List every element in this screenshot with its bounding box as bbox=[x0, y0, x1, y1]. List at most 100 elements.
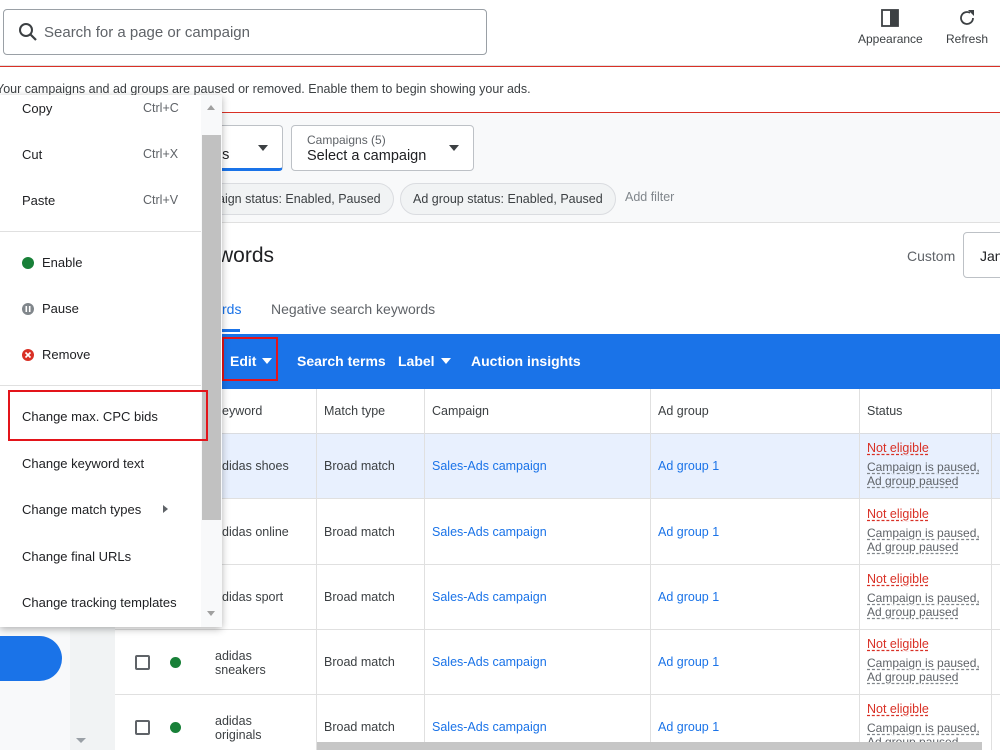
ad-group-link[interactable]: Ad group 1 bbox=[658, 459, 719, 473]
ad-group-link[interactable]: Ad group 1 bbox=[658, 525, 719, 539]
campaign-link[interactable]: Sales-Ads campaign bbox=[432, 590, 547, 604]
keyword-cell: adidas bbox=[215, 714, 252, 728]
status-label[interactable]: Not eligible bbox=[867, 637, 929, 651]
cut-shortcut: Ctrl+X bbox=[143, 147, 179, 161]
header-status[interactable]: Status bbox=[867, 404, 902, 418]
match-type-cell: Broad match bbox=[324, 720, 395, 734]
keyword-cell: originals bbox=[215, 728, 262, 742]
appearance-label: Appearance bbox=[858, 32, 923, 46]
new-item-button[interactable] bbox=[0, 636, 62, 681]
status-detail: Campaign is paused, bbox=[867, 721, 980, 735]
date-range-picker[interactable]: Jan bbox=[963, 232, 1000, 278]
row-checkbox[interactable] bbox=[135, 720, 150, 735]
menu-item-paste[interactable]: Paste bbox=[22, 193, 55, 208]
edit-highlight-box bbox=[222, 337, 278, 381]
campaign-link[interactable]: Sales-Ads campaign bbox=[432, 655, 547, 669]
status-detail: Ad group paused bbox=[867, 670, 959, 684]
date-range-type: Custom bbox=[907, 248, 956, 264]
campaign-link[interactable]: Sales-Ads campaign bbox=[432, 459, 547, 473]
header-campaign[interactable]: Campaign bbox=[432, 404, 489, 418]
scroll-up-icon[interactable] bbox=[207, 105, 215, 110]
menu-item-change-keyword-text[interactable]: Change keyword text bbox=[22, 456, 144, 471]
top-bar: Appearance Refresh bbox=[0, 0, 1000, 66]
menu-item-change-match-types[interactable]: Change match types bbox=[22, 502, 141, 517]
submenu-arrow-icon bbox=[163, 505, 168, 513]
keywords-table: eyword Match type Campaign Ad group Stat… bbox=[115, 389, 1000, 750]
status-label[interactable]: Not eligible bbox=[867, 507, 929, 521]
tab-negative-keywords[interactable]: Negative search keywords bbox=[271, 301, 435, 317]
column-divider bbox=[859, 389, 860, 750]
table-row[interactable]: didas sport Broad match Sales-Ads campai… bbox=[115, 565, 1000, 630]
match-type-cell: Broad match bbox=[324, 655, 395, 669]
status-label[interactable]: Not eligible bbox=[867, 441, 929, 455]
search-input[interactable] bbox=[44, 20, 474, 44]
remove-icon bbox=[22, 349, 34, 361]
header-ad-group[interactable]: Ad group bbox=[658, 404, 709, 418]
left-nav-column bbox=[70, 620, 115, 750]
row-checkbox[interactable] bbox=[135, 655, 150, 670]
scroll-down-icon[interactable] bbox=[76, 738, 86, 743]
match-type-cell: Broad match bbox=[324, 525, 395, 539]
appearance-icon bbox=[881, 9, 900, 27]
add-filter-link[interactable]: Add filter bbox=[625, 190, 674, 204]
menu-item-cut[interactable]: Cut bbox=[22, 147, 42, 162]
chevron-down-icon bbox=[449, 145, 459, 151]
match-type-cell: Broad match bbox=[324, 590, 395, 604]
date-range-value: Jan bbox=[980, 248, 1000, 264]
column-divider bbox=[316, 389, 317, 750]
edit-dropdown-menu: Copy Ctrl+C Cut Ctrl+X Paste Ctrl+V Enab… bbox=[0, 95, 222, 627]
cpc-highlight-box bbox=[8, 390, 208, 441]
table-row[interactable]: adidas sneakers Broad match Sales-Ads ca… bbox=[115, 630, 1000, 695]
column-divider bbox=[650, 389, 651, 750]
chevron-down-icon bbox=[258, 145, 268, 151]
label-button[interactable]: Label bbox=[398, 353, 451, 369]
header-match-type[interactable]: Match type bbox=[324, 404, 385, 418]
table-row[interactable]: didas online Broad match Sales-Ads campa… bbox=[115, 500, 1000, 565]
copy-shortcut: Ctrl+C bbox=[143, 101, 179, 115]
enable-icon bbox=[22, 257, 34, 269]
menu-divider bbox=[0, 385, 201, 386]
ad-group-link[interactable]: Ad group 1 bbox=[658, 590, 719, 604]
refresh-button[interactable]: Refresh bbox=[946, 8, 988, 46]
menu-item-change-final-urls[interactable]: Change final URLs bbox=[22, 549, 131, 564]
status-detail: Campaign is paused, bbox=[867, 656, 980, 670]
status-detail: Ad group paused bbox=[867, 540, 959, 554]
campaign-picker[interactable]: Campaigns (5) Select a campaign bbox=[291, 125, 474, 171]
search-box[interactable] bbox=[3, 9, 487, 55]
horizontal-scrollbar[interactable] bbox=[317, 742, 982, 750]
ad-group-link[interactable]: Ad group 1 bbox=[658, 720, 719, 734]
menu-item-copy[interactable]: Copy bbox=[22, 101, 52, 116]
pause-label: Pause bbox=[42, 301, 79, 316]
appearance-button[interactable]: Appearance bbox=[858, 8, 923, 46]
enabled-status-icon bbox=[170, 722, 181, 733]
scroll-down-icon[interactable] bbox=[207, 611, 215, 616]
search-icon bbox=[19, 23, 37, 41]
status-label[interactable]: Not eligible bbox=[867, 572, 929, 586]
campaign-link[interactable]: Sales-Ads campaign bbox=[432, 720, 547, 734]
match-type-cell: Broad match bbox=[324, 459, 395, 473]
status-detail: Campaign is paused, bbox=[867, 591, 980, 605]
keyword-cell: adidas bbox=[215, 649, 252, 663]
paste-shortcut: Ctrl+V bbox=[143, 193, 179, 207]
search-terms-button[interactable]: Search terms bbox=[297, 353, 386, 369]
campaign-link[interactable]: Sales-Ads campaign bbox=[432, 525, 547, 539]
keyword-cell: didas shoes bbox=[222, 459, 289, 473]
tab-keywords[interactable]: rds bbox=[222, 301, 241, 317]
status-detail: Campaign is paused, bbox=[867, 526, 980, 540]
refresh-icon bbox=[960, 10, 975, 25]
adgroup-status-filter[interactable]: Ad group status: Enabled, Paused bbox=[400, 183, 616, 215]
header-keyword[interactable]: eyword bbox=[222, 404, 262, 418]
campaign-status-filter-label: aign status: Enabled, Paused bbox=[218, 192, 381, 206]
status-detail: Ad group paused bbox=[867, 605, 959, 619]
menu-scrollbar-thumb[interactable] bbox=[202, 135, 221, 520]
status-label[interactable]: Not eligible bbox=[867, 702, 929, 716]
ad-group-link[interactable]: Ad group 1 bbox=[658, 655, 719, 669]
enable-label: Enable bbox=[42, 255, 83, 270]
status-detail: Ad group paused bbox=[867, 474, 959, 488]
label-label: Label bbox=[398, 353, 435, 369]
page-title: words bbox=[218, 244, 275, 267]
menu-item-change-tracking[interactable]: Change tracking templates bbox=[22, 595, 177, 610]
campaign-picker-value: Select a campaign bbox=[307, 148, 427, 164]
table-row[interactable]: didas shoes Broad match Sales-Ads campai… bbox=[115, 434, 1000, 499]
auction-insights-button[interactable]: Auction insights bbox=[471, 353, 581, 369]
